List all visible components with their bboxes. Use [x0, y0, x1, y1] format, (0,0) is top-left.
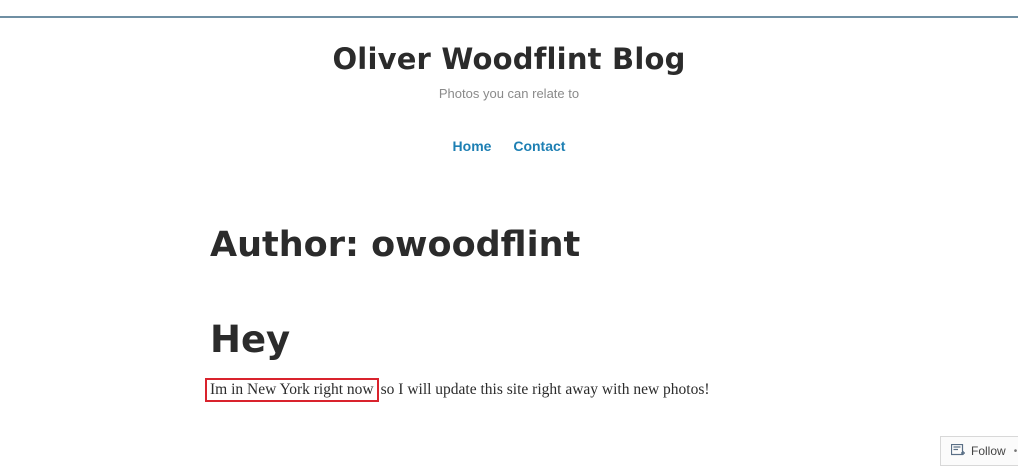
header-top-rule — [0, 16, 1018, 18]
follow-reader-icon — [951, 444, 965, 456]
archive-page-title: Author: owoodflint — [210, 225, 581, 265]
site-title[interactable]: Oliver Woodflint Blog — [0, 42, 1018, 76]
nav-item-contact[interactable]: Contact — [513, 138, 565, 154]
nav-item-home[interactable]: Home — [453, 138, 492, 154]
post-content-rest: so I will update this site right away wi… — [380, 381, 710, 398]
site-tagline: Photos you can relate to — [438, 86, 580, 101]
post-content: Im in New York right now so I will update… — [205, 378, 710, 402]
ellipsis-icon[interactable]: • — [1014, 446, 1018, 457]
highlighted-text: Im in New York right now — [205, 378, 379, 402]
follow-button[interactable]: Follow • — [940, 436, 1018, 466]
post-title[interactable]: Hey — [210, 318, 290, 361]
main-navigation: Home Contact — [0, 138, 1018, 154]
follow-label: Follow — [971, 444, 1006, 458]
